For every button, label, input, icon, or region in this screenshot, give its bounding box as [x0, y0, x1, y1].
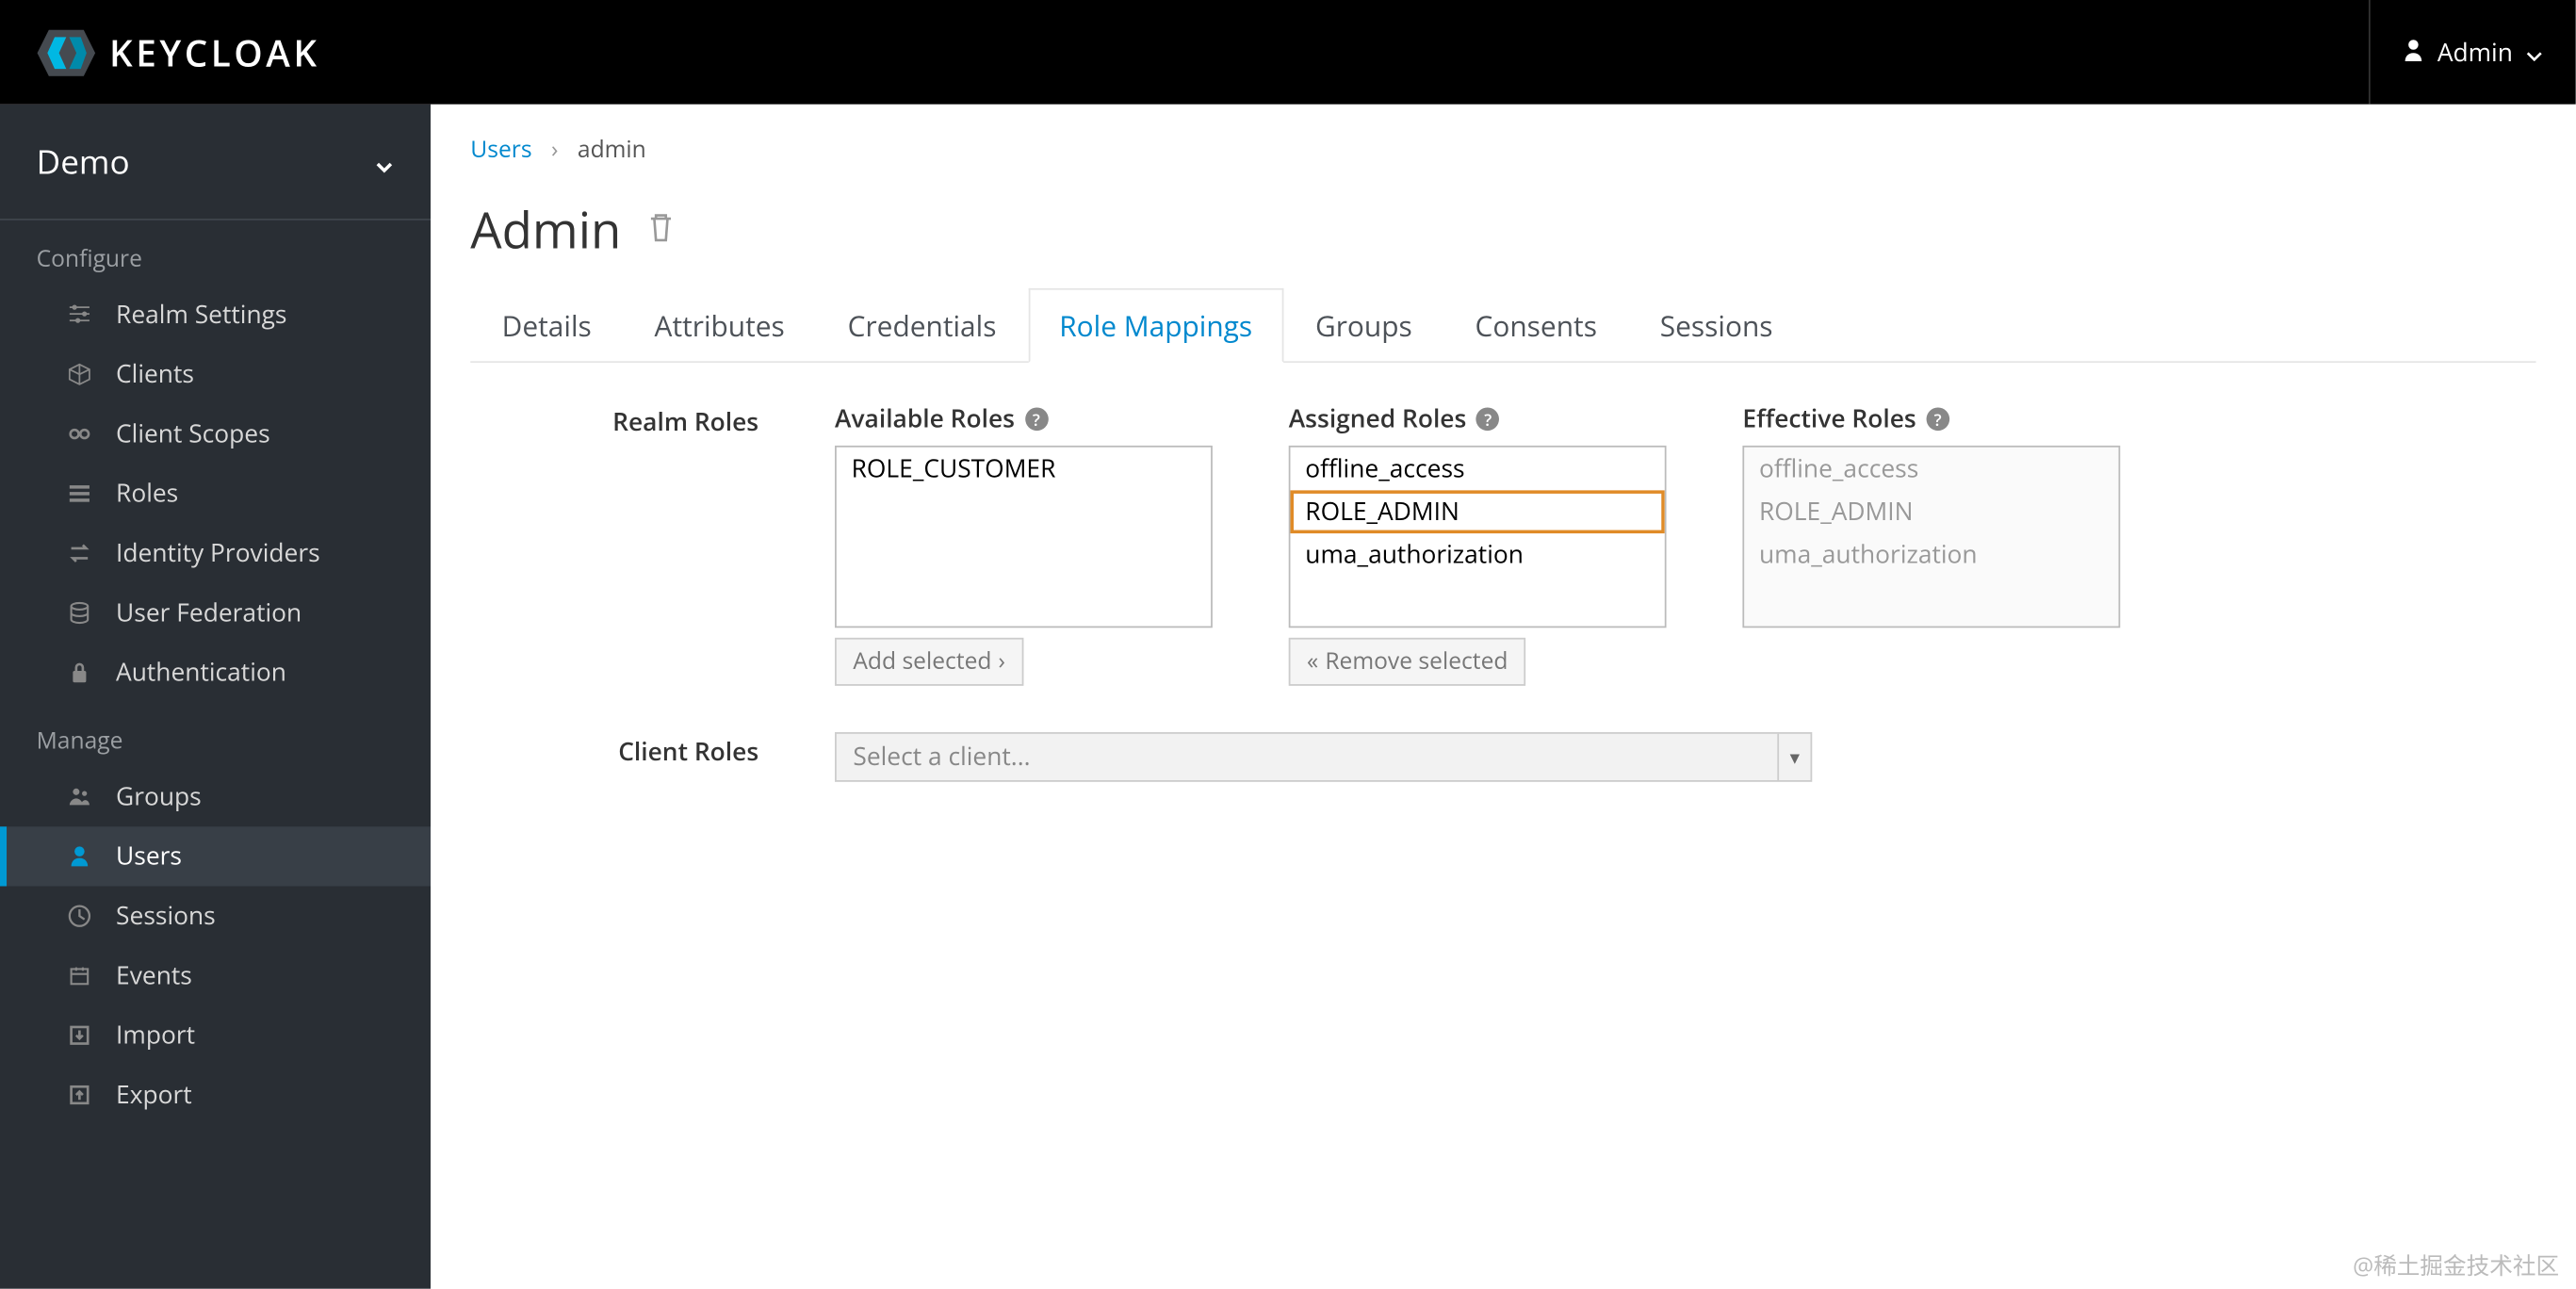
clock-icon — [66, 903, 92, 929]
realm-name: Demo — [37, 139, 130, 184]
delete-button[interactable] — [648, 207, 675, 252]
sidebar-item-label: Groups — [116, 780, 202, 813]
header: KEYCLOAK Admin — [0, 0, 2576, 105]
chain-icon — [66, 421, 92, 448]
client-roles-label: Client Roles — [470, 732, 835, 782]
tab-groups[interactable]: Groups — [1284, 288, 1444, 363]
client-select-placeholder: Select a client... — [837, 741, 1778, 774]
sidebar-item-label: Events — [116, 959, 192, 992]
help-icon[interactable]: ? — [1476, 407, 1500, 431]
exchange-icon — [66, 540, 92, 566]
user-dropdown[interactable]: Admin — [2370, 0, 2576, 105]
sidebar-item-label: Realm Settings — [116, 298, 286, 331]
page-title: Admin — [470, 195, 2535, 263]
add-selected-button[interactable]: Add selected › — [835, 638, 1023, 686]
lock-icon — [66, 660, 92, 686]
sidebar-item-label: Roles — [116, 477, 178, 510]
role-option: ROLE_ADMIN — [1744, 490, 2118, 533]
sidebar-item-label: Export — [116, 1078, 192, 1111]
export-icon — [66, 1082, 92, 1108]
sidebar-item-groups[interactable]: Groups — [0, 767, 431, 826]
sidebar-item-clients[interactable]: Clients — [0, 345, 431, 404]
sidebar-item-sessions[interactable]: Sessions — [0, 887, 431, 946]
chevron-down-icon: ▼ — [1777, 734, 1810, 780]
user-icon — [66, 843, 92, 870]
help-icon[interactable]: ? — [1025, 407, 1049, 431]
tab-role-mappings[interactable]: Role Mappings — [1028, 288, 1284, 363]
help-icon[interactable]: ? — [1926, 407, 1949, 431]
role-option[interactable]: ROLE_ADMIN — [1290, 490, 1664, 533]
chevron-left-icon: « — [1307, 646, 1318, 677]
client-select[interactable]: Select a client... ▼ — [835, 732, 1812, 782]
page-title-text: Admin — [470, 195, 621, 263]
user-label: Admin — [2437, 36, 2513, 69]
users-icon — [66, 784, 92, 810]
sidebar-item-import[interactable]: Import — [0, 1005, 431, 1065]
watermark: @稀土掘金技术社区 — [2353, 1249, 2559, 1282]
cube-icon — [66, 361, 92, 387]
list-icon — [66, 481, 92, 507]
tab-credentials[interactable]: Credentials — [816, 288, 1028, 363]
sliders-icon — [66, 302, 92, 328]
chevron-right-icon: › — [551, 134, 558, 165]
section-manage: Manage — [0, 702, 431, 767]
assigned-roles-list[interactable]: offline_accessROLE_ADMINuma_authorizatio… — [1289, 446, 1667, 628]
tab-attributes[interactable]: Attributes — [623, 288, 816, 363]
role-option: offline_access — [1744, 448, 2118, 491]
chevron-right-icon: › — [998, 646, 1004, 677]
available-roles-list[interactable]: ROLE_CUSTOMER — [835, 446, 1213, 628]
main-content: Users › admin Admin DetailsAttributesCre… — [431, 105, 2576, 1289]
sidebar-item-user-federation[interactable]: User Federation — [0, 583, 431, 643]
sidebar-item-label: Clients — [116, 358, 194, 391]
tabs: DetailsAttributesCredentialsRole Mapping… — [470, 286, 2535, 363]
sidebar-item-events[interactable]: Events — [0, 946, 431, 1005]
sidebar-item-label: Identity Providers — [116, 537, 320, 570]
sidebar: Demo Configure Realm Settings Clients Clie… — [0, 105, 431, 1289]
chevron-down-icon — [2526, 36, 2543, 69]
tab-consents[interactable]: Consents — [1443, 288, 1628, 363]
sidebar-item-label: User Federation — [116, 596, 302, 629]
sidebar-item-identity-providers[interactable]: Identity Providers — [0, 524, 431, 583]
sidebar-item-authentication[interactable]: Authentication — [0, 643, 431, 702]
breadcrumb-parent[interactable]: Users — [470, 134, 531, 165]
sidebar-item-label: Sessions — [116, 900, 216, 933]
calendar-icon — [66, 962, 92, 988]
database-icon — [66, 599, 92, 626]
chevron-down-icon — [374, 139, 394, 184]
available-roles-label: Available Roles ? — [835, 402, 1213, 435]
role-option: uma_authorization — [1744, 533, 2118, 577]
sidebar-item-label: Client Scopes — [116, 417, 270, 450]
breadcrumb: Users › admin — [470, 134, 2535, 165]
brand-logo[interactable]: KEYCLOAK — [37, 27, 320, 77]
sidebar-item-label: Users — [116, 840, 182, 873]
breadcrumb-current: admin — [578, 134, 646, 165]
sidebar-item-export[interactable]: Export — [0, 1065, 431, 1124]
effective-roles-label: Effective Roles ? — [1742, 402, 2120, 435]
effective-roles-list: offline_accessROLE_ADMINuma_authorizatio… — [1742, 446, 2120, 628]
keycloak-icon — [37, 29, 96, 75]
user-icon — [2405, 36, 2424, 69]
remove-selected-button[interactable]: « Remove selected — [1289, 638, 1526, 686]
import-icon — [66, 1022, 92, 1049]
sidebar-item-realm-settings[interactable]: Realm Settings — [0, 285, 431, 344]
role-option[interactable]: uma_authorization — [1290, 533, 1664, 577]
section-configure: Configure — [0, 220, 431, 286]
sidebar-item-label: Authentication — [116, 656, 286, 689]
assigned-roles-label: Assigned Roles ? — [1289, 402, 1667, 435]
realm-roles-label: Realm Roles — [470, 402, 835, 686]
realm-selector[interactable]: Demo — [0, 105, 431, 220]
tab-details[interactable]: Details — [470, 288, 623, 363]
sidebar-item-users[interactable]: Users — [0, 826, 431, 886]
role-option[interactable]: ROLE_CUSTOMER — [837, 448, 1211, 491]
sidebar-item-roles[interactable]: Roles — [0, 464, 431, 523]
brand-text: KEYCLOAK — [109, 27, 320, 77]
role-option[interactable]: offline_access — [1290, 448, 1664, 491]
sidebar-item-label: Import — [116, 1019, 195, 1052]
tab-sessions[interactable]: Sessions — [1628, 288, 1804, 363]
sidebar-item-client-scopes[interactable]: Client Scopes — [0, 404, 431, 464]
